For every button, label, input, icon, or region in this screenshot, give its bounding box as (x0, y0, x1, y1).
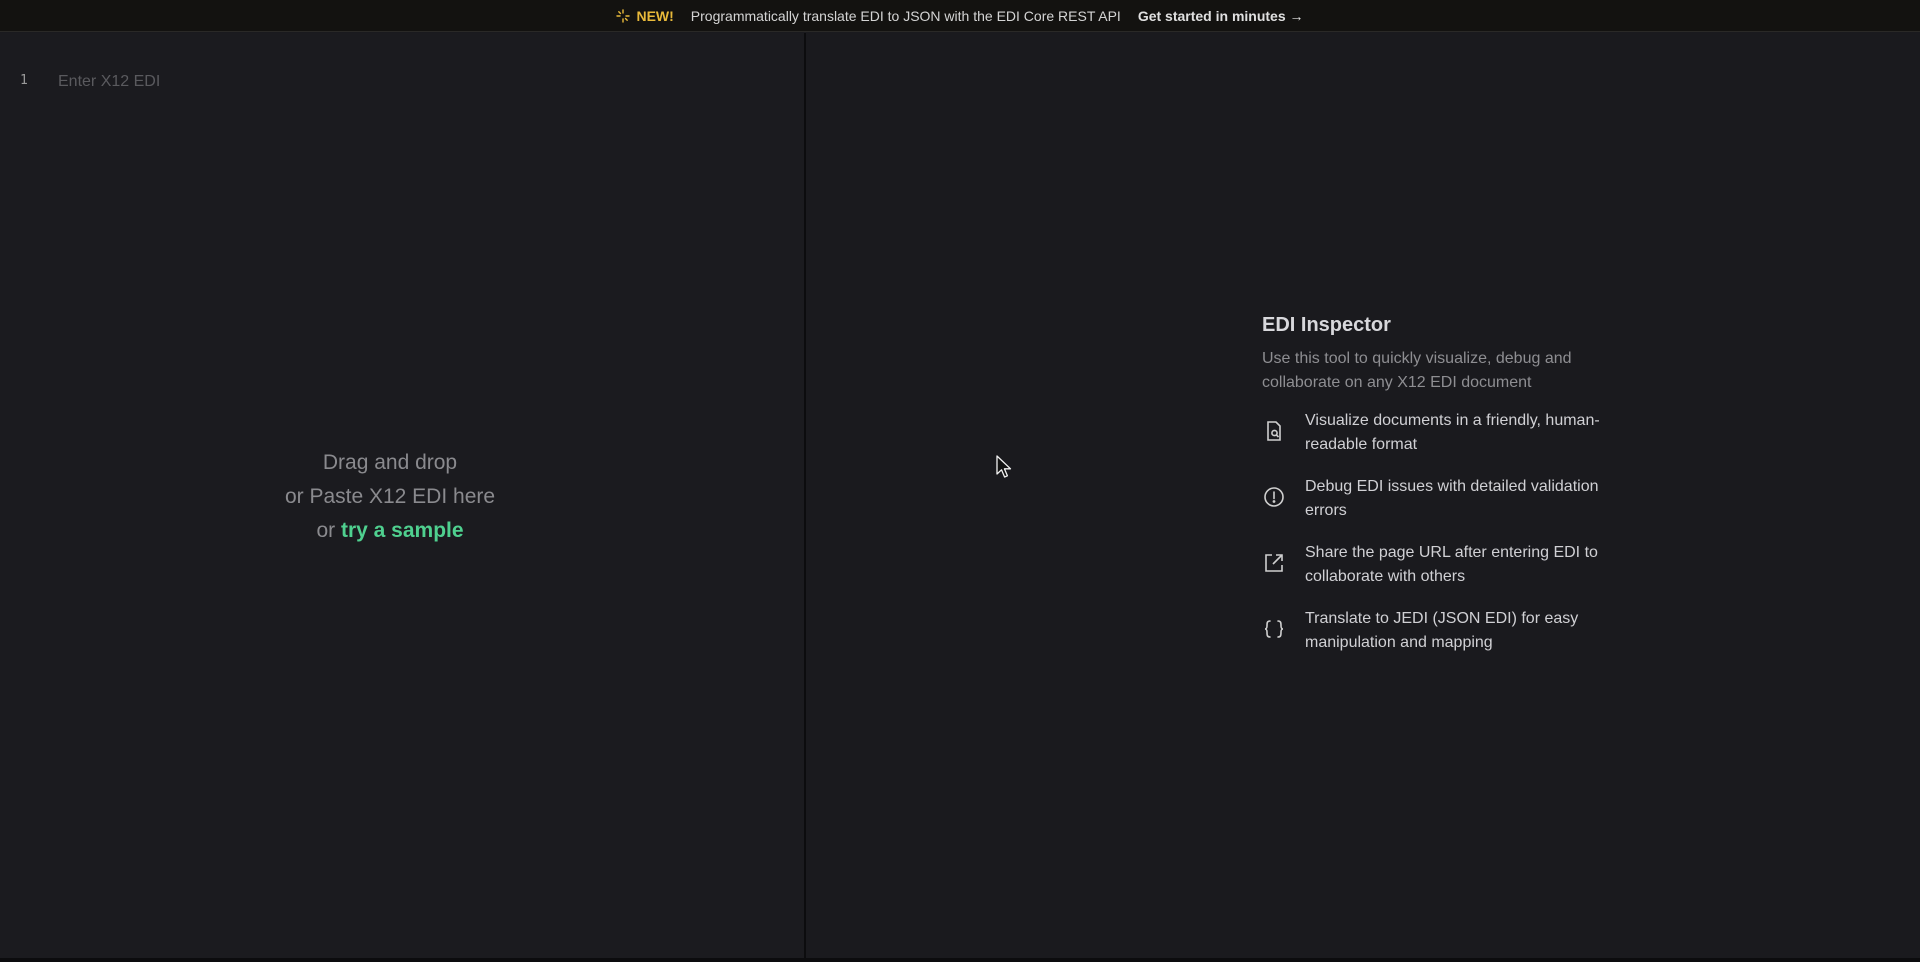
get-started-link[interactable]: Get started in minutes → (1138, 8, 1304, 24)
inspector-intro: EDI Inspector Use this tool to quickly v… (1262, 314, 1622, 673)
sparkle-icon (616, 8, 631, 23)
line-number: 1 (20, 73, 28, 88)
alert-circle-icon (1262, 485, 1286, 509)
feature-text: Debug EDI issues with detailed validatio… (1305, 478, 1599, 519)
try-sample-link[interactable]: try a sample (341, 519, 464, 542)
dropzone-prompt[interactable]: Drag and drop or Paste X12 EDI here or t… (190, 446, 590, 548)
inspector-subtitle: Use this tool to quickly visualize, debu… (1262, 350, 1572, 391)
dropzone-line-drag: Drag and drop (322, 451, 458, 474)
feature-text: Share the page URL after entering EDI to… (1305, 544, 1598, 585)
dropzone-line-paste: or Paste X12 EDI here (284, 485, 496, 508)
banner-message: Programmatically translate EDI to JSON w… (690, 7, 1121, 24)
feature-item: Visualize documents in a friendly, human… (1262, 409, 1622, 457)
announcement-banner: NEW! Programmatically translate EDI to J… (0, 0, 1920, 32)
dropzone-or-label: or (316, 519, 336, 542)
feature-text: Translate to JEDI (JSON EDI) for easy ma… (1305, 610, 1579, 651)
document-search-icon (1262, 419, 1286, 443)
external-link-icon (1262, 551, 1286, 575)
inspector-title: EDI Inspector (1262, 314, 1391, 336)
mouse-pointer-icon (996, 455, 1012, 479)
feature-text: Visualize documents in a friendly, human… (1305, 412, 1600, 453)
dropzone-line-sample: or try a sample (190, 514, 590, 548)
feature-item: Translate to JEDI (JSON EDI) for easy ma… (1262, 607, 1622, 655)
braces-icon (1262, 617, 1286, 641)
feature-item: Share the page URL after entering EDI to… (1262, 541, 1622, 589)
bottom-border (0, 958, 1920, 962)
new-badge: NEW! (636, 7, 674, 24)
feature-item: Debug EDI issues with detailed validatio… (1262, 475, 1622, 523)
edi-input[interactable] (56, 70, 756, 94)
